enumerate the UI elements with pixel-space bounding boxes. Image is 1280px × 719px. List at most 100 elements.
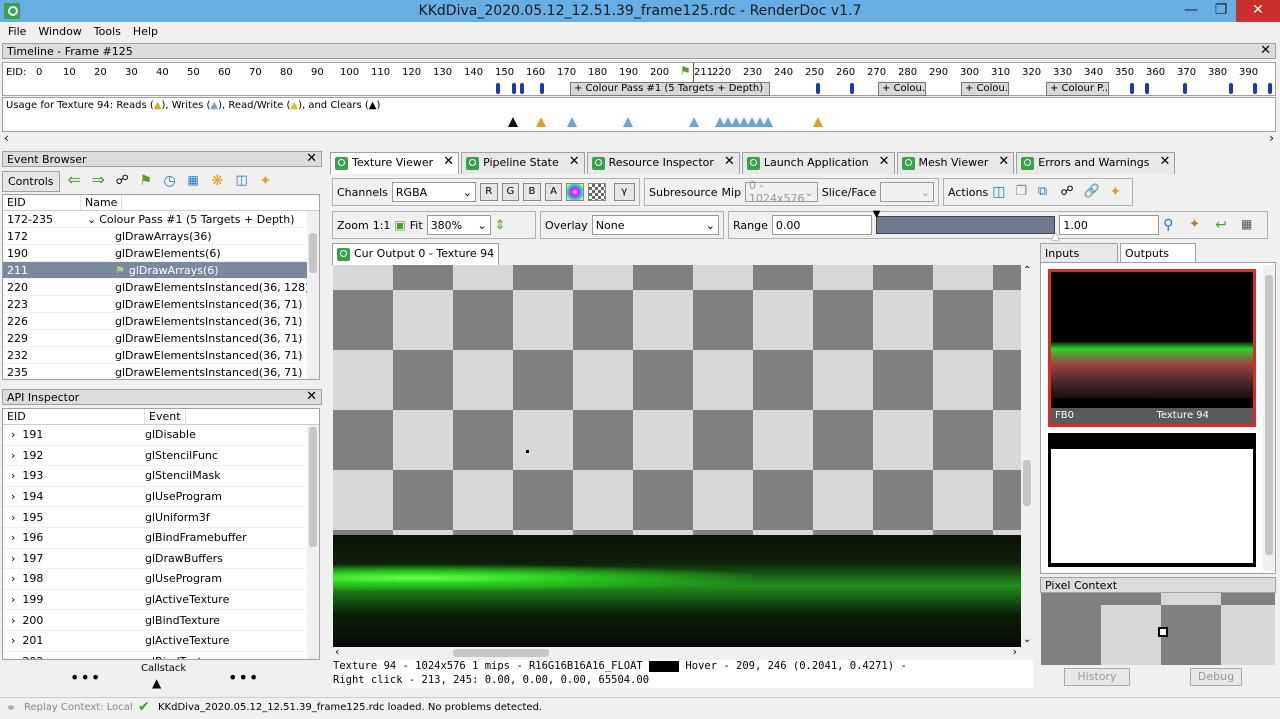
auto-fit-wand-icon[interactable]: ✦ [1189,217,1205,233]
tab-outputs[interactable]: Outputs [1120,243,1196,263]
fit-button[interactable]: Fit [410,219,423,232]
table-row[interactable]: 232 glDrawElementsInstanced(36, 71) [3,347,319,364]
copy-icon[interactable]: ❐ [1015,184,1027,200]
bookmark-flag-icon[interactable]: ⚑ [140,173,156,189]
close-icon[interactable]: ✕ [724,155,735,168]
draw-marker[interactable] [1229,83,1233,94]
open-resource-icon[interactable]: ⧉ [1038,184,1050,200]
pass-colour-2[interactable]: + Colou... [878,82,926,96]
table-row[interactable]: 172-235 ⌄ Colour Pass #1 (5 Targets + Dept… [3,211,319,228]
overlay-select[interactable]: None ⌄ [591,215,719,235]
fit-icon[interactable]: ▣ [394,218,405,232]
close-window-button[interactable]: ✕ [1236,0,1280,22]
menu-file[interactable]: File [0,22,30,38]
puzzle-icon[interactable]: ✦ [260,173,276,189]
column-header-name[interactable]: Name [81,195,123,210]
expand-chevron-icon[interactable]: › 193 [3,469,145,482]
draw-marker[interactable] [1130,83,1134,94]
draw-marker[interactable] [1253,83,1257,94]
table-row[interactable]: 190 glDrawElements(6) [3,245,319,262]
write-usage-marker[interactable] [567,117,577,127]
maximize-button[interactable]: ❐ [1206,0,1236,22]
binoculars-icon[interactable]: ☍ [1060,184,1073,200]
tab-mesh-viewer[interactable]: Mesh Viewer ✕ [896,152,1015,174]
scroll-right-icon[interactable]: › [1269,131,1274,145]
range-max-handle[interactable]: ▲ [1052,231,1060,242]
zoom-range-icon[interactable]: ⚲ [1163,217,1179,233]
menu-window[interactable]: Window [30,22,85,38]
table-row[interactable]: › 192 glStencilFunc [3,446,319,467]
draw-marker[interactable] [1268,83,1272,94]
table-row[interactable]: › 198 glUseProgram [3,569,319,590]
scroll-right-icon[interactable]: › [1013,645,1017,658]
output-thumbnail-2[interactable] [1048,433,1256,567]
debug-button[interactable]: Debug [1190,668,1242,686]
slice-select[interactable]: ⌄ [880,182,934,202]
table-row[interactable]: 235 glDrawElementsInstanced(36, 71) [3,364,319,379]
clear-usage-marker[interactable] [508,117,518,127]
tab-texture-viewer[interactable]: Texture Viewer ✕ [330,152,460,174]
find-binoculars-icon[interactable]: ☍ [116,173,132,189]
texture-checkerboard[interactable] [333,265,1021,545]
table-row[interactable]: › 202glBindTexture [3,652,319,659]
timeline-ruler[interactable]: EID: 0 10 20 30 40 50 60 70 80 90 100 11… [2,62,1276,96]
close-icon[interactable]: ✕ [306,390,317,404]
texture-vscrollbar[interactable]: ⌃ ⌄ [1021,265,1035,647]
save-icon[interactable]: ◫ [992,184,1005,200]
draw-marker[interactable] [496,83,500,94]
checkerboard-icon[interactable] [587,183,606,201]
collapse-chevron-icon[interactable]: ⌄ [81,213,96,226]
expand-chevron-icon[interactable]: › 195 [3,511,145,524]
timer-icon[interactable]: ◷ [164,173,180,189]
callstack-splitter[interactable]: ••• Callstack ▲ ••• [2,660,322,694]
table-row[interactable]: › 191 glDisable [3,425,319,446]
column-header-eid[interactable]: EID [3,195,81,210]
pass-colour-4[interactable]: + Colour P... [1046,82,1109,96]
histogram-icon[interactable]: ▦ [1241,217,1257,233]
pass-colour-3[interactable]: + Colou... [961,82,1009,96]
puzzle-icon[interactable]: ✦ [1110,184,1122,200]
close-icon[interactable]: ✕ [306,152,317,166]
history-button[interactable]: History [1064,668,1130,686]
draw-marker[interactable] [816,83,820,94]
channel-b-button[interactable]: B [523,183,541,201]
more-dots-icon[interactable]: ••• [228,668,259,687]
expand-chevron-icon[interactable]: › 198 [3,572,145,585]
tab-launch-application[interactable]: Launch Application ✕ [741,152,895,174]
scroll-up-icon[interactable]: ⌃ [1023,265,1031,276]
range-min-handle[interactable]: ▼ [873,209,881,220]
channel-r-button[interactable]: R [479,183,498,201]
expand-chevron-icon[interactable]: › 191 [3,428,145,441]
replay-context-label[interactable]: Replay Context: Local [24,702,133,713]
column-header-eid[interactable]: EID [3,409,145,424]
settings-gear-icon[interactable]: ❋ [212,173,228,189]
expand-up-icon[interactable]: ▲ [152,676,161,690]
draw-marker[interactable] [540,83,544,94]
close-icon[interactable]: ✕ [443,155,454,168]
expand-chevron-icon[interactable]: › 201 [3,634,145,647]
api-inspector-scrollbar[interactable] [307,425,319,659]
table-row[interactable]: › 195 glUniform3f [3,507,319,528]
tab-cur-output[interactable]: Cur Output 0 - Texture 94 [332,243,500,265]
write-usage-marker[interactable] [623,117,633,127]
expand-chevron-icon[interactable]: › 194 [3,490,145,503]
scroll-thumb[interactable] [309,233,317,273]
scroll-down-icon[interactable]: ⌄ [1023,634,1031,645]
scroll-thumb[interactable] [309,427,317,547]
link-icon[interactable]: 🔗 [1084,184,1100,200]
tab-pipeline-state[interactable]: Pipeline State ✕ [461,152,585,174]
timeline-scrollbar[interactable]: ‹ › [2,131,1276,146]
zoom-select[interactable]: 380% ⌄ [426,215,491,235]
channels-select[interactable]: RGBA ⌄ [391,182,476,202]
table-row[interactable]: 226 glDrawElementsInstanced(36, 71) [3,313,319,330]
tab-errors-warnings[interactable]: Errors and Warnings ✕ [1016,152,1176,174]
color-wheel-icon[interactable] [566,183,584,201]
channel-g-button[interactable]: G [501,183,520,201]
menu-tools[interactable]: Tools [86,22,125,38]
expand-chevron-icon[interactable]: › 196 [3,531,145,544]
pass-colour-1[interactable]: + Colour Pass #1 (5 Targets + Depth) [570,82,770,96]
column-header-event[interactable]: Event [145,409,186,424]
save-icon[interactable]: ◫ [236,173,252,189]
table-row[interactable]: › 196 glBindFramebuffer [3,528,319,549]
close-icon[interactable]: ✕ [569,155,580,168]
